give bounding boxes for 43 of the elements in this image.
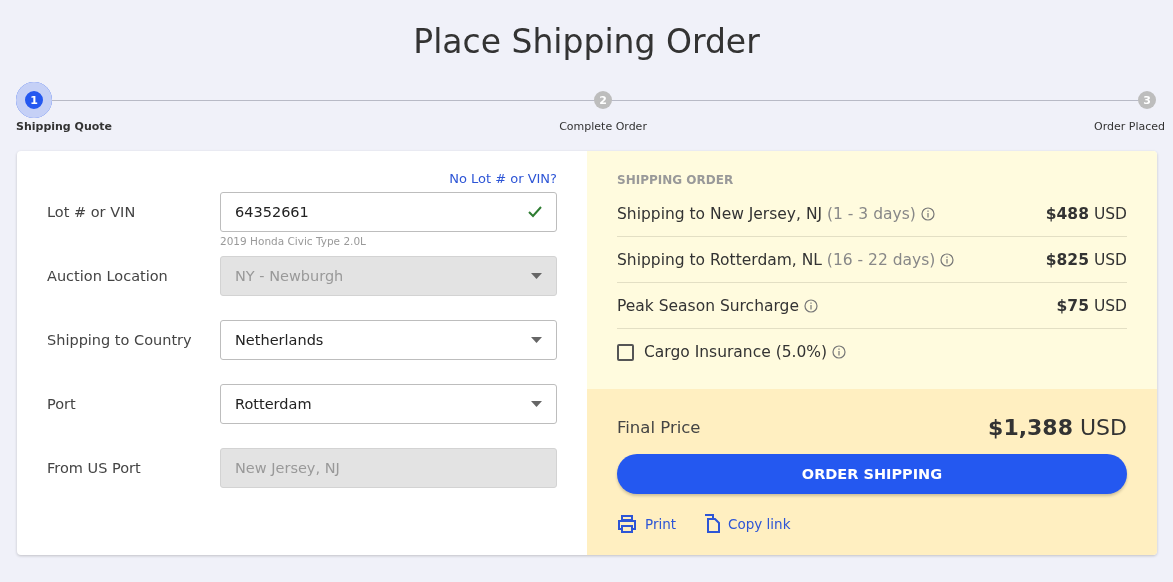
field-label: Lot # or VIN (47, 203, 137, 222)
check-icon (528, 206, 542, 218)
printer-icon (617, 514, 637, 533)
final-price-amount: $1,388 USD (988, 415, 1127, 440)
copy-icon (704, 514, 721, 533)
order-shipping-button[interactable]: ORDER SHIPPING (617, 454, 1127, 494)
select-field[interactable]: Netherlands (220, 320, 557, 360)
caret-icon (531, 273, 542, 279)
info-icon[interactable] (920, 206, 935, 221)
info-icon[interactable] (803, 298, 818, 313)
price-amount: $488 USD (1045, 204, 1127, 223)
price-amount: $825 USD (1045, 250, 1127, 269)
delivery-time: (1 - 3 days) (827, 204, 916, 223)
caret-icon (531, 401, 542, 407)
caret-icon (531, 337, 542, 343)
copy-link[interactable]: Copy link (704, 514, 791, 533)
info-icon[interactable] (940, 252, 955, 267)
step-marker: 2 (594, 91, 613, 109)
price-amount: $75 USD (1056, 296, 1127, 315)
insurance-label: Cargo Insurance (5.0%) (644, 343, 828, 361)
info-icon[interactable] (832, 345, 847, 359)
step-label: Complete Order (559, 120, 647, 133)
no-lot-link[interactable]: No Lot # or VIN? (449, 171, 557, 186)
page-title: Place Shipping Order (413, 21, 760, 63)
input-field[interactable]: 64352661 (220, 192, 557, 232)
section-heading: SHIPPING ORDER (617, 173, 735, 187)
price-label: Shipping to New Jersey, NJ (617, 204, 823, 223)
field-label: Port (47, 395, 77, 414)
field-label: From US Port (47, 459, 142, 478)
step-label: Shipping Quote (16, 120, 113, 133)
step-marker: 1 (16, 82, 52, 118)
field-label: Shipping to Country (47, 331, 193, 350)
print-link[interactable]: Print (617, 514, 677, 533)
step-label: Order Placed (1094, 120, 1165, 133)
price-label: Shipping to Rotterdam, NL (617, 250, 822, 269)
delivery-time: (16 - 22 days) (826, 250, 936, 269)
price-label: Peak Season Surcharge (617, 296, 799, 315)
final-price-label: Final Price (617, 418, 701, 437)
select-field[interactable]: Rotterdam (220, 384, 557, 424)
step-marker: 3 (1138, 91, 1156, 109)
field-label: Auction Location (47, 267, 169, 286)
vehicle-hint: 2019 Honda Civic Type 2.0L (220, 235, 367, 247)
checkbox[interactable] (617, 343, 634, 361)
